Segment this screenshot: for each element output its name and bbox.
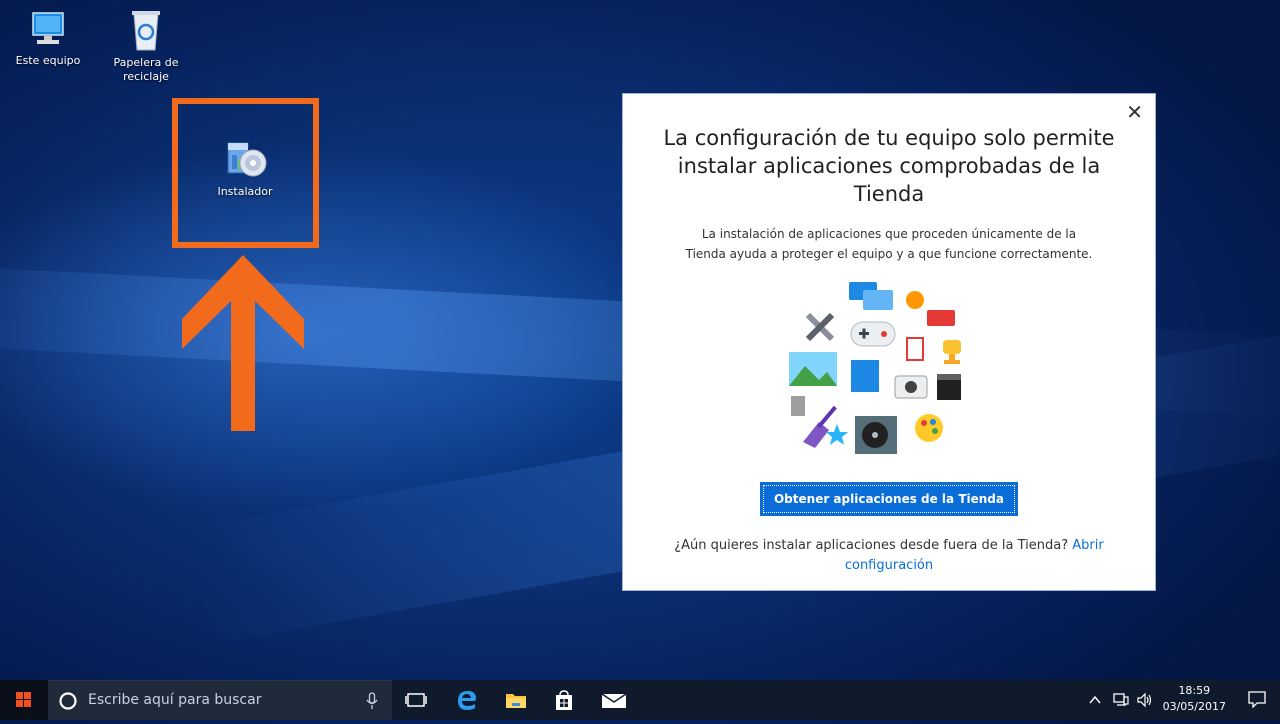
basketball-icon xyxy=(906,291,924,309)
start-button[interactable] xyxy=(0,680,48,720)
highlight-box xyxy=(172,98,319,248)
action-center-icon[interactable] xyxy=(1248,690,1266,708)
footer-question: ¿Aún quieres instalar aplicaciones desde… xyxy=(674,538,1073,553)
store-icon[interactable] xyxy=(552,688,576,712)
camera-icon xyxy=(894,375,928,399)
app-icons-illustration xyxy=(789,282,961,454)
desktop-icon-label: Este equipo xyxy=(15,54,81,67)
search-box[interactable]: Escribe aquí para buscar xyxy=(48,680,392,720)
close-button[interactable]: ✕ xyxy=(1126,100,1143,124)
ticket-icon xyxy=(927,310,955,326)
desktop-icon-label: Papelera de reciclaje xyxy=(113,56,179,83)
photo-icon xyxy=(789,352,837,386)
search-input[interactable]: Escribe aquí para buscar xyxy=(88,692,261,708)
desktop-icon-este-equipo[interactable]: Este equipo xyxy=(8,10,88,67)
tools-icon xyxy=(805,312,835,342)
recycle-bin-icon xyxy=(132,11,160,51)
clapperboard-icon xyxy=(937,374,961,400)
palette-icon xyxy=(915,414,943,442)
book-icon xyxy=(851,360,879,392)
dialog-description: La instalación de aplicaciones que proce… xyxy=(685,227,1093,261)
clock-time: 18:59 xyxy=(1178,684,1211,697)
calculator-icon xyxy=(791,396,805,416)
mail-icon[interactable] xyxy=(601,688,627,712)
chevron-up-icon[interactable] xyxy=(1088,694,1102,706)
volume-icon[interactable] xyxy=(1136,691,1154,709)
task-view-icon[interactable] xyxy=(404,688,428,712)
trophy-icon xyxy=(943,340,961,364)
star-icon xyxy=(826,424,848,445)
up-arrow-annotation xyxy=(182,255,304,431)
chat-icon xyxy=(849,282,893,310)
popcorn-icon xyxy=(906,337,924,361)
microphone-icon[interactable] xyxy=(366,692,378,710)
file-explorer-icon[interactable] xyxy=(504,688,528,712)
clock-date: 03/05/2017 xyxy=(1162,700,1226,713)
desktop-icon-papelera[interactable]: Papelera de reciclaje xyxy=(106,8,186,84)
turntable-icon xyxy=(855,416,897,454)
taskbar: Escribe aquí para buscar 18:59 03/05/201… xyxy=(0,680,1280,720)
gamepad-icon xyxy=(850,321,896,347)
dialog-title: La configuración de tu equipo solo permi… xyxy=(663,126,1115,206)
system-clock[interactable]: 18:59 03/05/2017 xyxy=(1163,683,1226,715)
edge-browser-icon[interactable] xyxy=(455,688,479,712)
get-store-apps-button[interactable]: Obtener aplicaciones de la Tienda xyxy=(759,482,1018,516)
computer-icon xyxy=(32,12,64,44)
store-only-dialog: ✕ La configuración de tu equipo solo per… xyxy=(622,93,1156,591)
dialog-footer: ¿Aún quieres instalar aplicaciones desde… xyxy=(673,536,1105,576)
network-icon[interactable] xyxy=(1112,691,1130,709)
windows-logo-icon xyxy=(16,692,31,707)
cortana-icon xyxy=(59,692,77,710)
